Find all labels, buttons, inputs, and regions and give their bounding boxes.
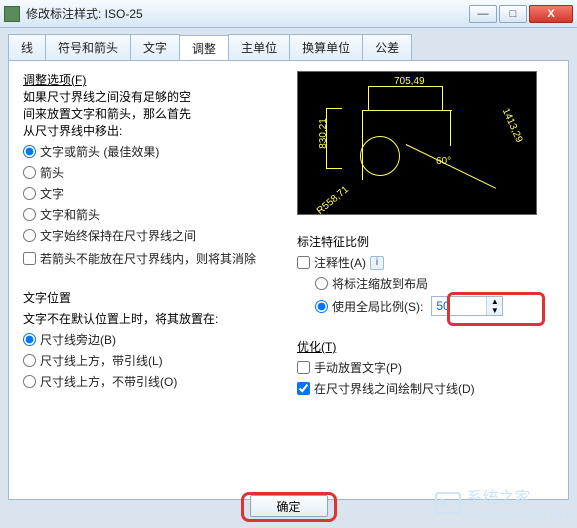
textpos-opt-over-leader[interactable]: 尺寸线上方，带引线(L) <box>23 352 283 369</box>
tab-tolerance[interactable]: 公差 <box>362 34 412 60</box>
tab-alt-units[interactable]: 换算单位 <box>289 34 363 60</box>
fit-legend: 调整选项(F) <box>23 73 86 87</box>
fit-options-group: 调整选项(F) 如果尺寸界线之间没有足够的空 间来放置文字和箭头，那么首先 从尺… <box>23 71 283 271</box>
fit-suppress-arrows-check[interactable]: 若箭头不能放在尺寸界线内，则将其消除 <box>23 250 283 267</box>
window-controls: — □ X <box>469 5 573 23</box>
close-button[interactable]: X <box>529 5 573 23</box>
watermark-url: WUHONGZHIDA.NET <box>467 511 572 521</box>
tab-text[interactable]: 文字 <box>130 34 180 60</box>
watermark: 系统之家 WUHONGZHIDA.NET <box>435 484 572 522</box>
textpos-legend: 文字位置 <box>23 289 283 306</box>
scale-global-radio[interactable] <box>315 300 328 313</box>
dim-1413: 1413,29 <box>500 107 525 145</box>
fit-opt-arrows[interactable]: 箭头 <box>23 164 283 181</box>
main-panel: 调整选项(F) 如果尺寸界线之间没有足够的空 间来放置文字和箭头，那么首先 从尺… <box>8 60 569 500</box>
scale-group: 标注特征比例 注释性(A) i 将标注缩放到布局 使用全局比例(S): ▲ ▼ <box>297 233 547 320</box>
draw-dimline-check[interactable]: 在尺寸界线之间绘制尺寸线(D) <box>297 380 547 397</box>
dim-r558: R558,71 <box>315 184 351 217</box>
text-placement-group: 文字位置 文字不在默认位置上时，将其放置在: 尺寸线旁边(B) 尺寸线上方，带引… <box>23 289 283 394</box>
watermark-logo-icon <box>435 492 461 514</box>
tab-bar: 线 符号和箭头 文字 调整 主单位 换算单位 公差 <box>8 34 577 60</box>
highlight-ok <box>241 492 337 522</box>
fit-opt-both[interactable]: 文字和箭头 <box>23 206 283 223</box>
annotative-check[interactable]: 注释性(A) i <box>297 254 547 271</box>
optimize-legend: 优化(T) <box>297 340 336 354</box>
info-icon[interactable]: i <box>370 256 384 270</box>
highlight-scale <box>447 292 545 326</box>
dim-830: 830,21 <box>318 118 329 149</box>
fit-opt-text[interactable]: 文字 <box>23 185 283 202</box>
title-bar: 修改标注样式: ISO-25 — □ X <box>0 0 577 28</box>
manual-place-check[interactable]: 手动放置文字(P) <box>297 359 547 376</box>
maximize-button[interactable]: □ <box>499 5 527 23</box>
fit-opt-either[interactable]: 文字或箭头 (最佳效果) <box>23 143 283 160</box>
fit-desc: 如果尺寸界线之间没有足够的空 间来放置文字和箭头，那么首先 从尺寸界线中移出: <box>23 88 283 139</box>
scale-layout-radio[interactable]: 将标注缩放到布局 <box>315 275 547 292</box>
app-icon <box>4 6 20 22</box>
scale-global-label: 使用全局比例(S): <box>332 298 423 315</box>
tab-symbols[interactable]: 符号和箭头 <box>45 34 131 60</box>
tab-lines[interactable]: 线 <box>8 34 46 60</box>
textpos-opt-over-noleader[interactable]: 尺寸线上方，不带引线(O) <box>23 373 283 390</box>
scale-legend: 标注特征比例 <box>297 233 547 250</box>
textpos-opt-beside[interactable]: 尺寸线旁边(B) <box>23 331 283 348</box>
tab-primary-units[interactable]: 主单位 <box>228 34 290 60</box>
textpos-desc: 文字不在默认位置上时，将其放置在: <box>23 310 283 327</box>
watermark-text: 系统之家 <box>467 490 531 507</box>
tab-fit[interactable]: 调整 <box>179 35 229 61</box>
optimize-group: 优化(T) 手动放置文字(P) 在尺寸界线之间绘制尺寸线(D) <box>297 338 547 401</box>
preview-pane: 705,49 830,21 1413,29 60° R558,71 <box>297 71 537 215</box>
window-title: 修改标注样式: ISO-25 <box>26 5 469 22</box>
fit-opt-keep[interactable]: 文字始终保持在尺寸界线之间 <box>23 227 283 244</box>
minimize-button[interactable]: — <box>469 5 497 23</box>
